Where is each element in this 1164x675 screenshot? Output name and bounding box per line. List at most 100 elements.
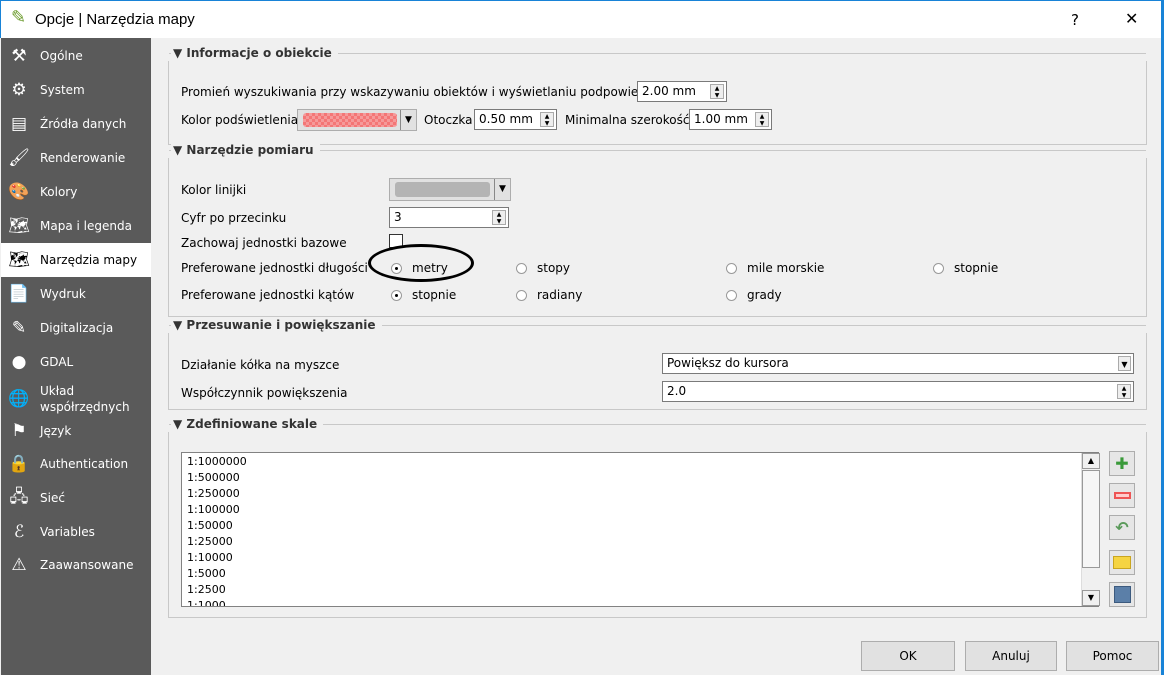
title-bar: ✎ Opcje | Narzędzia mapy ? ✕	[0, 0, 1164, 38]
scroll-up-icon[interactable]: ▲	[1082, 453, 1100, 469]
angle-unit-radio-label: stopnie	[412, 288, 457, 302]
buffer-spinbox[interactable]: 0.50 mm ▲ ▼	[474, 109, 557, 130]
chevron-down-icon: ▼	[1118, 356, 1131, 371]
angle-unit-radio-label: radiany	[537, 288, 583, 302]
scales-list[interactable]: 1:1000000 1:500000 1:250000 1:100000 1:50000…	[181, 452, 1099, 607]
sidebar-item[interactable]: 🖧 Sieć	[1, 481, 151, 515]
decimals-label: Cyfr po przecinku	[181, 211, 287, 225]
scroll-down-icon[interactable]: ▼	[1082, 590, 1100, 606]
scale-list-item[interactable]: 1:1000000	[182, 454, 1098, 470]
sidebar-item[interactable]: 🌐 Układ współrzędnych	[1, 379, 151, 419]
group-pan-toggle[interactable]: ▼ Przesuwanie i powiększanie	[171, 318, 382, 332]
sidebar-item-label: Authentication	[40, 457, 129, 471]
keep-units-label: Zachowaj jednostki bazowe	[181, 236, 347, 250]
group-identify: ▼ Informacje o obiekcie	[168, 46, 1147, 145]
sidebar-item[interactable]: ⚠ Zaawansowane	[1, 548, 151, 582]
group-identify-toggle[interactable]: ▼ Informacje o obiekcie	[171, 46, 338, 60]
scale-list-item[interactable]: 1:500000	[182, 470, 1098, 486]
zoom-factor-spinbox[interactable]: 2.0 ▲ ▼	[662, 381, 1134, 402]
spin-arrows-icon[interactable]: ▲ ▼	[540, 112, 554, 127]
sidebar-item-label: Mapa i legenda	[40, 219, 132, 233]
sidebar-item[interactable]: 🗺 Mapa i legenda	[1, 209, 151, 243]
decimals-spinbox[interactable]: 3 ▲ ▼	[389, 207, 509, 228]
angle-unit-radio[interactable]	[391, 290, 402, 301]
table-icon: ▤	[10, 114, 28, 134]
wheel-action-combo[interactable]: Powiększ do kursora ▼	[662, 353, 1134, 374]
scroll-thumb[interactable]	[1082, 470, 1100, 568]
window-title: Opcje | Narzędzia mapy	[35, 11, 195, 28]
scale-list-item[interactable]: 1:100000	[182, 502, 1098, 518]
ok-button[interactable]: OK	[861, 641, 955, 671]
restore-defaults-button[interactable]: ↶	[1109, 515, 1135, 540]
zoom-factor-label: Współczynnik powiększenia	[181, 386, 348, 400]
length-unit-radio[interactable]	[726, 263, 737, 274]
angle-unit-radio[interactable]	[516, 290, 527, 301]
sidebar-item[interactable]: 🗺 Narzędzia mapy	[1, 243, 151, 277]
spin-arrows-icon[interactable]: ▲ ▼	[755, 112, 769, 127]
minwidth-label: Minimalna szerokość	[565, 113, 690, 127]
globe-icon: 🌐	[8, 389, 30, 409]
length-unit-radio[interactable]	[516, 263, 527, 274]
length-unit-radio[interactable]	[391, 263, 402, 274]
plus-icon: ✚	[1115, 454, 1129, 473]
sidebar-item[interactable]: ● GDAL	[1, 345, 151, 379]
sidebar-item[interactable]: ℰ Variables	[1, 515, 151, 549]
zoom-factor-value: 2.0	[667, 384, 687, 398]
spin-arrows-icon[interactable]: ▲ ▼	[492, 210, 506, 225]
sidebar-item-label: Renderowanie	[40, 151, 126, 165]
scale-list-item[interactable]: 1:250000	[182, 486, 1098, 502]
add-scale-button[interactable]: ✚	[1109, 451, 1135, 476]
import-scales-button[interactable]	[1109, 550, 1135, 575]
length-unit-radio-label: stopnie	[954, 261, 999, 275]
sidebar-item[interactable]: ⚑ Język	[1, 414, 151, 448]
close-button[interactable]: ✕	[1125, 9, 1138, 28]
sidebar-item[interactable]: ⚙ System	[1, 73, 151, 107]
ruler-color-swatch	[395, 182, 490, 197]
sidebar-item-label: Język	[40, 424, 72, 438]
cancel-button[interactable]: Anuluj	[965, 641, 1057, 671]
radius-label: Promień wyszukiwania przy wskazywaniu ob…	[181, 85, 656, 99]
gdal-icon: ●	[11, 352, 27, 372]
help-title-button[interactable]: ?	[1071, 11, 1079, 29]
scales-scrollbar[interactable]: ▲ ▼	[1081, 453, 1100, 606]
radius-spinbox[interactable]: 2.00 mm ▲ ▼	[637, 81, 727, 102]
undo-icon: ↶	[1115, 518, 1129, 537]
length-unit-radio[interactable]	[933, 263, 944, 274]
sidebar-item[interactable]: ⚒ Ogólne	[1, 39, 151, 73]
spin-arrows-icon[interactable]: ▲ ▼	[1117, 384, 1131, 399]
save-scales-button[interactable]	[1109, 582, 1135, 607]
highlight-color-button[interactable]: ▼	[297, 109, 417, 131]
spin-arrows-icon[interactable]: ▲ ▼	[710, 84, 724, 99]
folder-icon	[1113, 556, 1131, 569]
angle-unit-radio-label: grady	[747, 288, 782, 302]
scale-list-item[interactable]: 1:25000	[182, 534, 1098, 550]
angle-units-label: Preferowane jednostki kątów	[181, 288, 355, 302]
scale-list-item[interactable]: 1:50000	[182, 518, 1098, 534]
scale-list-item[interactable]: 1:1000	[182, 598, 1098, 606]
digitize-icon: ✎	[11, 318, 27, 338]
minwidth-spinbox[interactable]: 1.00 mm ▲ ▼	[689, 109, 772, 130]
angle-unit-radio[interactable]	[726, 290, 737, 301]
sidebar-item-label: Ogólne	[40, 49, 83, 63]
sidebar-item[interactable]: ▤ Źródła danych	[1, 107, 151, 141]
print-icon: 📄	[8, 284, 30, 304]
group-measure-toggle[interactable]: ▼ Narzędzie pomiaru	[171, 143, 320, 157]
ruler-color-button[interactable]: ▼	[389, 178, 511, 201]
scale-list-item[interactable]: 1:2500	[182, 582, 1098, 598]
scale-list-item[interactable]: 1:5000	[182, 566, 1098, 582]
sidebar-item[interactable]: ✎ Digitalizacja	[1, 311, 151, 345]
sidebar-item[interactable]: 🎨 Kolory	[1, 175, 151, 209]
minus-icon	[1113, 492, 1131, 499]
length-units-label: Preferowane jednostki długości	[181, 261, 368, 275]
length-unit-radio-label: stopy	[537, 261, 571, 275]
save-disk-icon	[1113, 586, 1131, 603]
map-tools-icon: 🗺	[8, 250, 30, 270]
remove-scale-button[interactable]	[1109, 483, 1135, 508]
sidebar-item[interactable]: 🔒 Authentication	[1, 447, 151, 481]
group-scales-toggle[interactable]: ▼ Zdefiniowane skale	[171, 417, 324, 431]
sidebar-item[interactable]: 🖌 Renderowanie	[1, 141, 151, 175]
sidebar-item[interactable]: 📄 Wydruk	[1, 277, 151, 311]
sidebar-item-label: System	[40, 83, 85, 97]
scale-list-item[interactable]: 1:10000	[182, 550, 1098, 566]
help-button[interactable]: Pomoc	[1066, 641, 1159, 671]
